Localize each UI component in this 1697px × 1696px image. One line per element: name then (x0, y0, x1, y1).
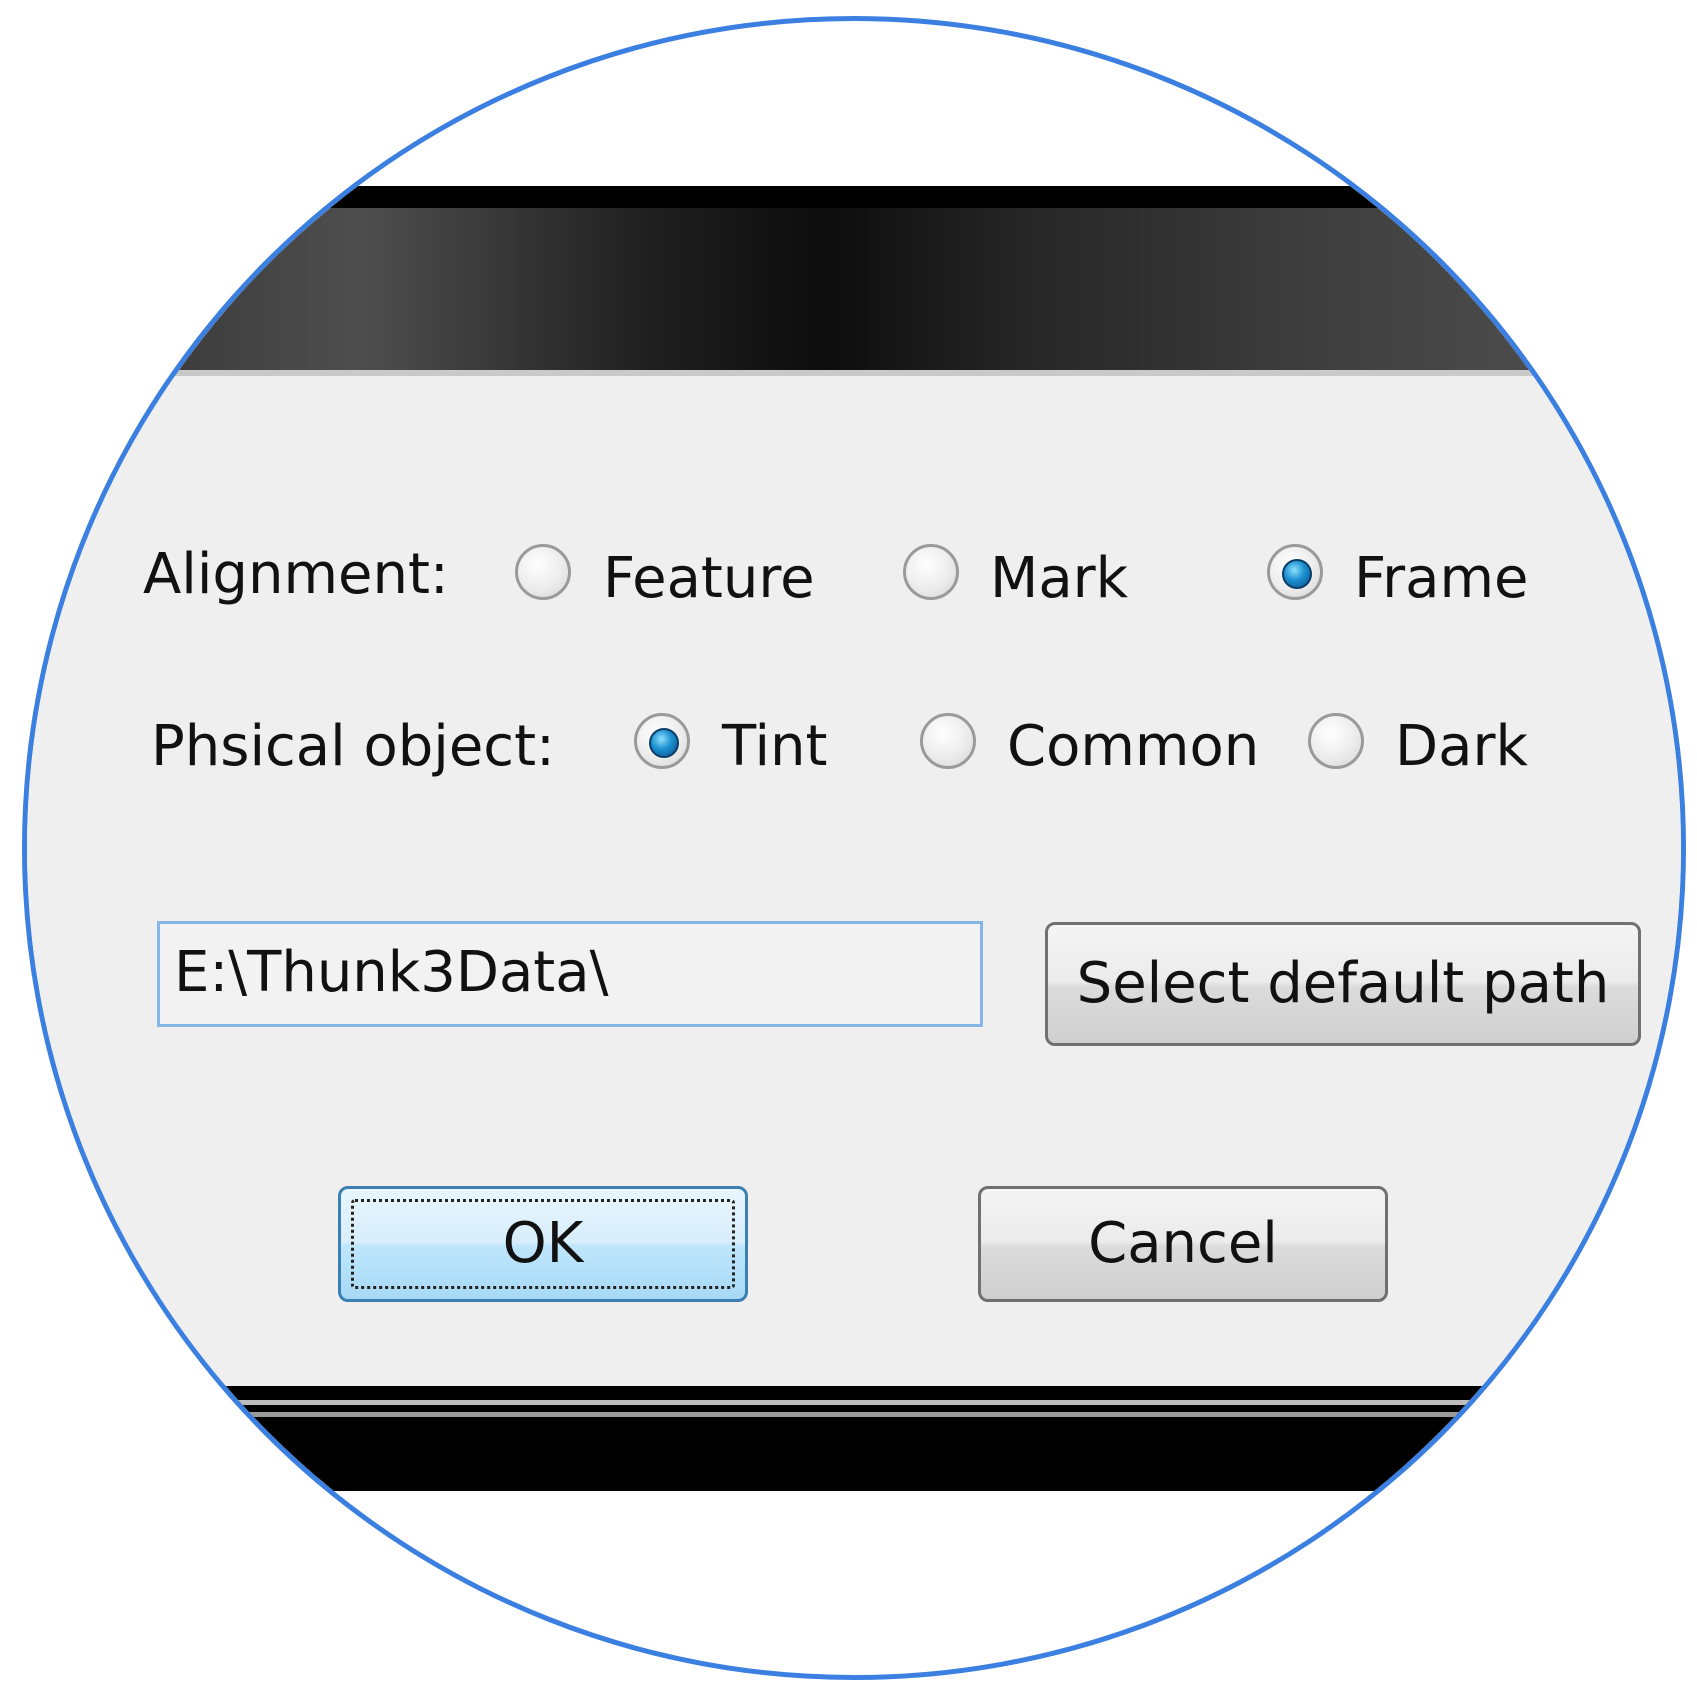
radio-label-feature[interactable]: Feature (603, 551, 815, 607)
radio-label-dark[interactable]: Dark (1395, 719, 1528, 775)
focus-ring (351, 1199, 735, 1289)
radio-label-frame[interactable]: Frame (1354, 551, 1528, 607)
window-title-bar (27, 186, 1681, 376)
cancel-button[interactable]: Cancel (978, 1186, 1388, 1302)
window-bottom-border (27, 1386, 1681, 1491)
radio-button-mark[interactable] (903, 544, 959, 600)
radio-label-mark[interactable]: Mark (990, 551, 1128, 607)
radio-label-tint[interactable]: Tint (722, 719, 828, 775)
dialog-body (27, 376, 1681, 1386)
radio-button-tint[interactable] (634, 713, 690, 769)
radio-button-dark[interactable] (1308, 713, 1364, 769)
cancel-label: Cancel (1088, 1211, 1278, 1276)
default-path-field[interactable]: E:\Thunk3Data\ (157, 921, 983, 1027)
radio-button-common[interactable] (920, 713, 976, 769)
select-default-path-button[interactable]: Select default path (1045, 922, 1641, 1046)
radio-label-common[interactable]: Common (1007, 719, 1259, 775)
radio-button-feature[interactable] (515, 544, 571, 600)
ok-button[interactable]: OK (338, 1186, 748, 1302)
radio-button-frame[interactable] (1267, 544, 1323, 600)
magnifier-lens: Alignment: Feature Mark Frame Phsical ob… (22, 16, 1686, 1680)
alignment-label: Alignment: (143, 542, 449, 607)
select-default-path-label: Select default path (1076, 951, 1610, 1016)
physical-object-label: Phsical object: (151, 714, 555, 779)
